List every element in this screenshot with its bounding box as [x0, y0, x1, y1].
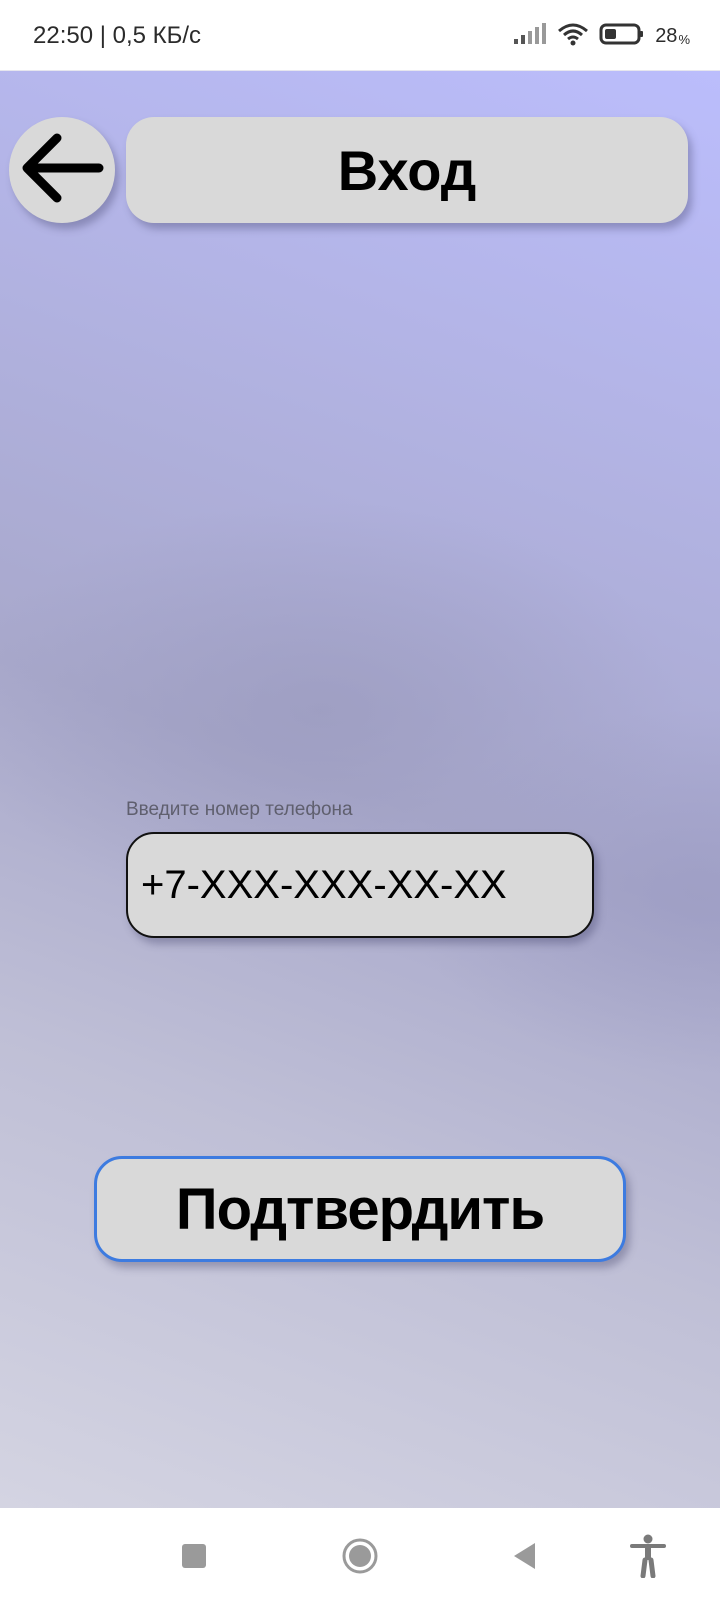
phone-input[interactable]	[126, 832, 594, 938]
back-triangle-icon[interactable]	[504, 1536, 544, 1576]
login-screen: Вход Введите номер телефона Подтвердить	[0, 71, 720, 1508]
signal-icon	[513, 22, 547, 50]
home-circle-icon[interactable]	[340, 1536, 380, 1576]
confirm-button[interactable]: Подтвердить	[94, 1156, 626, 1262]
phone-label: Введите номер телефона	[126, 799, 353, 820]
arrow-left-icon	[19, 130, 105, 211]
back-button[interactable]	[9, 117, 115, 223]
confirm-button-label: Подтвердить	[175, 1176, 545, 1242]
page-title: Вход	[337, 138, 477, 202]
status-icons: 28%	[513, 20, 690, 52]
title-box: Вход	[126, 117, 688, 223]
wifi-icon	[557, 22, 589, 51]
status-time: 22:50 | 0,5 КБ/с	[33, 22, 202, 49]
system-nav-bar	[0, 1508, 720, 1600]
status-bar: 22:50 | 0,5 КБ/с 28 %	[0, 0, 720, 71]
battery-icon	[599, 22, 645, 51]
battery-percent: 28	[655, 24, 678, 47]
accessibility-icon[interactable]	[628, 1534, 668, 1578]
recents-square-icon[interactable]	[174, 1536, 214, 1576]
